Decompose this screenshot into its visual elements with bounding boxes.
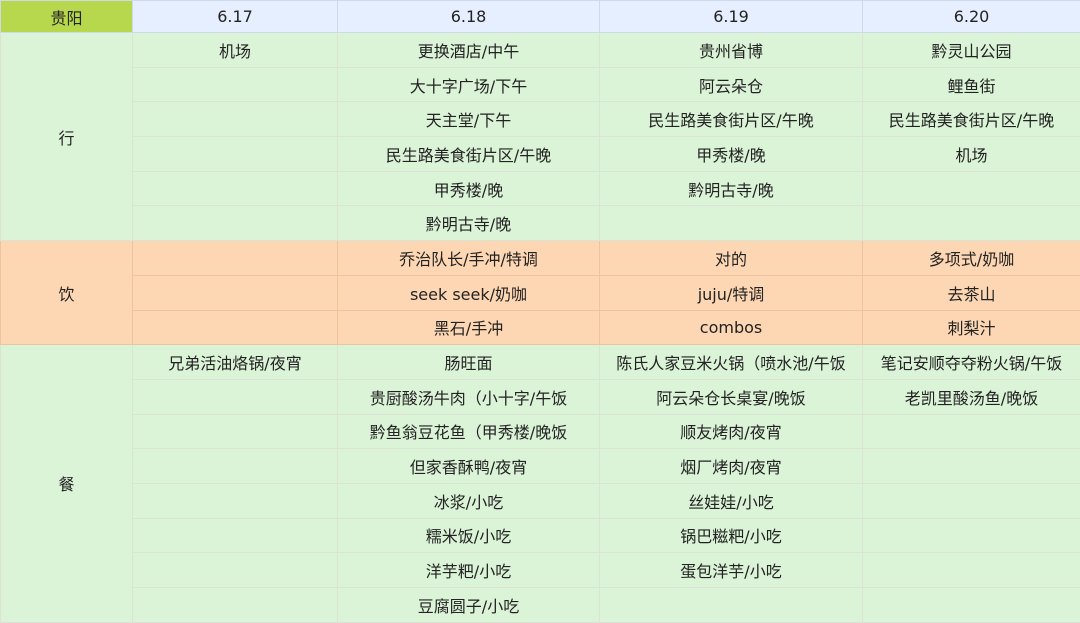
table-cell[interactable]: 乔治队长/手冲/特调 — [338, 241, 600, 276]
table-row: 黑石/手冲combos刺梨汁 — [1, 310, 1080, 345]
table-row: 餐兄弟活油烙锅/夜宵肠旺面陈氏人家豆米火锅（喷水池/午饭笔记安顺夺夺粉火锅/午饭 — [1, 345, 1080, 380]
date-header[interactable]: 6.17 — [133, 1, 338, 33]
itinerary-table: 贵阳 6.17 6.18 6.19 6.20 行机场更换酒店/中午贵州省博黔灵山… — [0, 0, 1080, 623]
table-cell[interactable]: 烟厂烤肉/夜宵 — [600, 449, 863, 484]
table-cell[interactable]: combos — [600, 310, 863, 345]
table-cell[interactable] — [133, 171, 338, 206]
table-cell[interactable]: 兄弟活油烙锅/夜宵 — [133, 345, 338, 380]
table-cell[interactable]: 民生路美食街片区/午晚 — [600, 102, 863, 137]
table-cell[interactable]: 贵厨酸汤牛肉（小十字/午饭 — [338, 379, 600, 414]
table-cell[interactable] — [133, 137, 338, 172]
table-cell[interactable]: 大十字广场/下午 — [338, 67, 600, 102]
date-header[interactable]: 6.18 — [338, 1, 600, 33]
table-cell[interactable] — [600, 206, 863, 241]
table-cell[interactable] — [133, 206, 338, 241]
table-cell[interactable] — [863, 588, 1080, 623]
table-cell[interactable]: 刺梨汁 — [863, 310, 1080, 345]
table-cell[interactable] — [133, 518, 338, 553]
table-cell[interactable]: 陈氏人家豆米火锅（喷水池/午饭 — [600, 345, 863, 380]
table-cell[interactable] — [863, 414, 1080, 449]
table-cell[interactable]: 鲤鱼街 — [863, 67, 1080, 102]
table-cell[interactable]: 洋芋粑/小吃 — [338, 553, 600, 588]
table-cell[interactable] — [133, 67, 338, 102]
table-cell[interactable]: 更换酒店/中午 — [338, 33, 600, 68]
table-row: 民生路美食街片区/午晚甲秀楼/晚机场 — [1, 137, 1080, 172]
table-cell[interactable]: 阿云朵仓 — [600, 67, 863, 102]
table-cell[interactable] — [133, 241, 338, 276]
table-cell[interactable]: 去茶山 — [863, 275, 1080, 310]
table-cell[interactable]: 锅巴糍粑/小吃 — [600, 518, 863, 553]
table-cell[interactable]: 黔灵山公园 — [863, 33, 1080, 68]
table-cell[interactable]: 黑石/手冲 — [338, 310, 600, 345]
table-row: 饮乔治队长/手冲/特调对的多项式/奶咖 — [1, 241, 1080, 276]
table-cell[interactable]: 老凯里酸汤鱼/晚饭 — [863, 379, 1080, 414]
category-label[interactable]: 行 — [1, 33, 133, 241]
table-cell[interactable]: 民生路美食街片区/午晚 — [338, 137, 600, 172]
table-cell[interactable] — [133, 275, 338, 310]
table-cell[interactable]: 豆腐圆子/小吃 — [338, 588, 600, 623]
date-header[interactable]: 6.19 — [600, 1, 863, 33]
table-row: 行机场更换酒店/中午贵州省博黔灵山公园 — [1, 33, 1080, 68]
table-cell[interactable]: 多项式/奶咖 — [863, 241, 1080, 276]
table-cell[interactable]: 顺友烤肉/夜宵 — [600, 414, 863, 449]
category-label[interactable]: 饮 — [1, 241, 133, 345]
table-cell[interactable]: 甲秀楼/晚 — [600, 137, 863, 172]
table-cell[interactable]: 糯米饭/小吃 — [338, 518, 600, 553]
table-cell[interactable]: 民生路美食街片区/午晚 — [863, 102, 1080, 137]
table-cell[interactable]: 黔明古寺/晚 — [338, 206, 600, 241]
table-row: 豆腐圆子/小吃 — [1, 588, 1080, 623]
table-cell[interactable]: 机场 — [863, 137, 1080, 172]
city-label[interactable]: 贵阳 — [1, 1, 133, 33]
table-cell[interactable] — [863, 483, 1080, 518]
table-row: 甲秀楼/晚黔明古寺/晚 — [1, 171, 1080, 206]
category-label[interactable]: 餐 — [1, 345, 133, 623]
table-row: 贵厨酸汤牛肉（小十字/午饭阿云朵仓长桌宴/晚饭老凯里酸汤鱼/晚饭 — [1, 379, 1080, 414]
table-cell[interactable]: 黔鱼翁豆花鱼（甲秀楼/晚饭 — [338, 414, 600, 449]
table-row: 糯米饭/小吃锅巴糍粑/小吃 — [1, 518, 1080, 553]
table-cell[interactable] — [863, 206, 1080, 241]
table-row: 但家香酥鸭/夜宵烟厂烤肉/夜宵 — [1, 449, 1080, 484]
table-cell[interactable]: 天主堂/下午 — [338, 102, 600, 137]
table-cell[interactable]: 肠旺面 — [338, 345, 600, 380]
table-cell[interactable] — [133, 553, 338, 588]
table-cell[interactable]: 阿云朵仓长桌宴/晚饭 — [600, 379, 863, 414]
table-cell[interactable] — [600, 588, 863, 623]
table-cell[interactable] — [133, 310, 338, 345]
table-cell[interactable]: 甲秀楼/晚 — [338, 171, 600, 206]
table-cell[interactable]: 贵州省博 — [600, 33, 863, 68]
table-cell[interactable] — [133, 483, 338, 518]
table-cell[interactable]: 对的 — [600, 241, 863, 276]
table-cell[interactable] — [133, 588, 338, 623]
table-cell[interactable]: 黔明古寺/晚 — [600, 171, 863, 206]
table-row: 黔鱼翁豆花鱼（甲秀楼/晚饭顺友烤肉/夜宵 — [1, 414, 1080, 449]
date-header[interactable]: 6.20 — [863, 1, 1080, 33]
table-cell[interactable] — [133, 414, 338, 449]
table-cell[interactable]: seek seek/奶咖 — [338, 275, 600, 310]
table-cell[interactable] — [863, 171, 1080, 206]
table-cell[interactable] — [133, 449, 338, 484]
table-cell[interactable] — [863, 518, 1080, 553]
table-row: 洋芋粑/小吃蛋包洋芋/小吃 — [1, 553, 1080, 588]
table-row: 天主堂/下午民生路美食街片区/午晚民生路美食街片区/午晚 — [1, 102, 1080, 137]
table-row: seek seek/奶咖juju/特调去茶山 — [1, 275, 1080, 310]
table-cell[interactable]: 但家香酥鸭/夜宵 — [338, 449, 600, 484]
table-cell[interactable] — [863, 449, 1080, 484]
table-cell[interactable] — [133, 102, 338, 137]
table-cell[interactable]: 冰浆/小吃 — [338, 483, 600, 518]
table-cell[interactable] — [133, 379, 338, 414]
table-row: 大十字广场/下午阿云朵仓鲤鱼街 — [1, 67, 1080, 102]
table-cell[interactable] — [863, 553, 1080, 588]
table-cell[interactable]: 笔记安顺夺夺粉火锅/午饭 — [863, 345, 1080, 380]
table-row: 黔明古寺/晚 — [1, 206, 1080, 241]
table-cell[interactable]: 蛋包洋芋/小吃 — [600, 553, 863, 588]
table-row: 冰浆/小吃丝娃娃/小吃 — [1, 483, 1080, 518]
table-cell[interactable]: 机场 — [133, 33, 338, 68]
table-cell[interactable]: 丝娃娃/小吃 — [600, 483, 863, 518]
table-cell[interactable]: juju/特调 — [600, 275, 863, 310]
header-row: 贵阳 6.17 6.18 6.19 6.20 — [1, 1, 1080, 33]
